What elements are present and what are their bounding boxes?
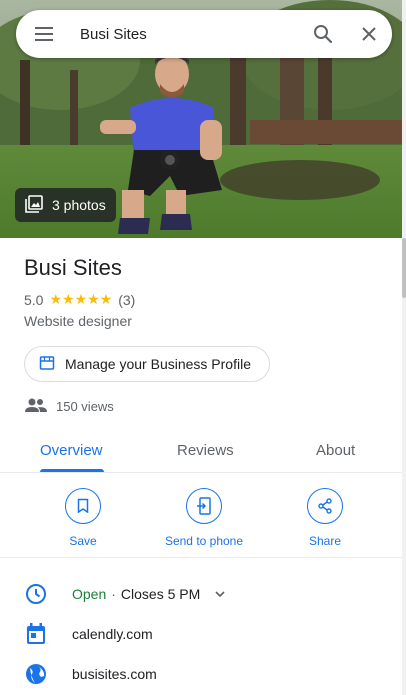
views-label: 150 views: [56, 399, 114, 414]
manage-profile-label: Manage your Business Profile: [65, 356, 251, 372]
tab-bar: Overview Reviews About: [0, 430, 402, 473]
rating-row[interactable]: 5.0 ★★★★★ (3): [24, 291, 135, 308]
search-icon[interactable]: [300, 10, 346, 58]
storefront-icon: [39, 355, 55, 374]
search-input[interactable]: Busi Sites: [72, 26, 300, 43]
people-icon: [24, 397, 48, 416]
scrollbar-track[interactable]: [402, 0, 406, 695]
close-icon[interactable]: [346, 10, 392, 58]
search-bar[interactable]: Busi Sites: [16, 10, 392, 58]
tab-about[interactable]: About: [316, 442, 355, 459]
photos-button[interactable]: 3 photos: [15, 188, 116, 222]
website-row[interactable]: busisites.com: [24, 662, 157, 686]
tab-indicator: [40, 469, 104, 472]
booking-row[interactable]: calendly.com: [24, 622, 153, 646]
menu-icon[interactable]: [16, 10, 72, 58]
scrollbar-thumb[interactable]: [402, 238, 406, 298]
share-button[interactable]: Share: [265, 488, 385, 548]
photo-library-icon: [25, 194, 43, 216]
share-icon: [307, 488, 343, 524]
tab-reviews[interactable]: Reviews: [177, 442, 234, 459]
open-status: Open: [72, 586, 107, 602]
chevron-down-icon[interactable]: [214, 590, 226, 598]
share-label: Share: [308, 534, 342, 548]
calendar-icon: [24, 622, 48, 646]
manage-profile-button[interactable]: Manage your Business Profile: [24, 346, 270, 382]
send-to-phone-label: Send to phone: [164, 534, 244, 548]
action-bar: Save Send to phone Share: [0, 474, 402, 558]
booking-link[interactable]: calendly.com: [72, 626, 153, 642]
tab-overview[interactable]: Overview: [40, 442, 103, 459]
send-to-phone-icon: [186, 488, 222, 524]
closing-time: Closes 5 PM: [120, 586, 201, 602]
save-label: Save: [69, 534, 97, 548]
hours-separator: ·: [111, 586, 116, 602]
place-title: Busi Sites: [24, 255, 122, 280]
views-row: 150 views: [24, 397, 114, 416]
rating-value: 5.0: [24, 291, 44, 308]
send-to-phone-button[interactable]: Send to phone: [144, 488, 264, 548]
save-button[interactable]: Save: [23, 488, 143, 548]
rating-stars: ★★★★★: [49, 291, 113, 307]
review-count[interactable]: (3): [118, 292, 135, 308]
bookmark-icon: [65, 488, 101, 524]
place-category[interactable]: Website designer: [24, 313, 132, 329]
hours-row[interactable]: Open · Closes 5 PM: [24, 582, 226, 606]
globe-icon: [24, 662, 48, 686]
photos-label: 3 photos: [52, 197, 106, 213]
clock-icon: [24, 582, 48, 606]
website-link[interactable]: busisites.com: [72, 666, 157, 682]
